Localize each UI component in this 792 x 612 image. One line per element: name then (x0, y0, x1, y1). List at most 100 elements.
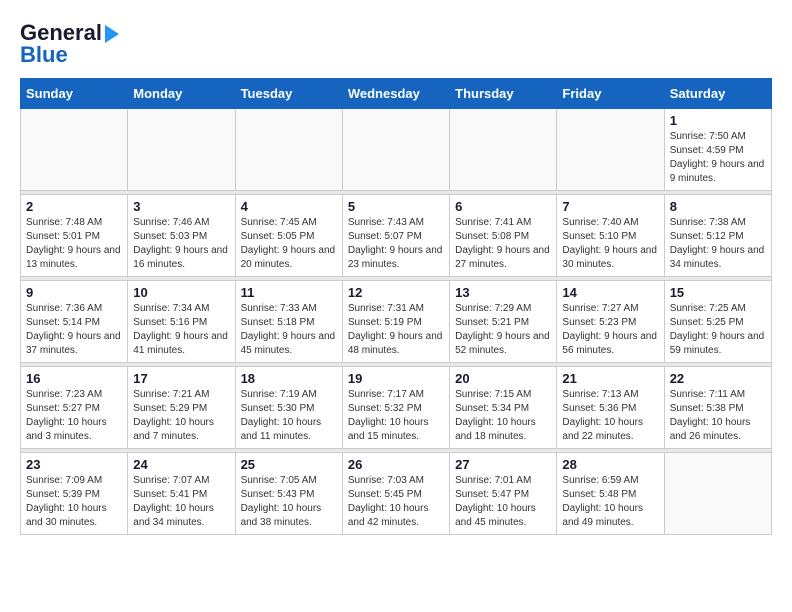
calendar-week-1: 1 Sunrise: 7:50 AM Sunset: 4:59 PM Daylig… (21, 109, 772, 191)
calendar-cell: 6Sunrise: 7:41 AM Sunset: 5:08 PM Daylig… (450, 195, 557, 277)
calendar-week-5: 23 Sunrise: 7:09 AM Sunset: 5:39 PM Dayli… (21, 453, 772, 535)
calendar-cell: 19 Sunrise: 7:17 AM Sunset: 5:32 PM Dayli… (342, 367, 449, 449)
calendar-cell: 3 Sunrise: 7:46 AM Sunset: 5:03 PM Daylig… (128, 195, 235, 277)
day-number: 14 (562, 285, 658, 300)
day-info: Sunrise: 7:33 AM Sunset: 5:18 PM Dayligh… (241, 302, 337, 358)
day-number: 18 (241, 371, 337, 386)
calendar-cell: 15 Sunrise: 7:25 AM Sunset: 5:25 PM Dayli… (664, 281, 771, 363)
day-info: Sunrise: 7:46 AM Sunset: 5:03 PM Dayligh… (133, 216, 229, 272)
calendar-week-2: 2 Sunrise: 7:48 AM Sunset: 5:01 PM Daylig… (21, 195, 772, 277)
logo: General Blue (20, 20, 119, 68)
day-number: 21 (562, 371, 658, 386)
day-info: Sunrise: 7:11 AM Sunset: 5:38 PM Dayligh… (670, 388, 766, 444)
day-info: Sunrise: 7:17 AM Sunset: 5:32 PM Dayligh… (348, 388, 444, 444)
calendar-cell (664, 453, 771, 535)
day-info: Sunrise: 6:59 AM Sunset: 5:48 PM Dayligh… (562, 474, 658, 530)
day-info: Sunrise: 7:19 AM Sunset: 5:30 PM Dayligh… (241, 388, 337, 444)
calendar-cell (128, 109, 235, 191)
day-info: Sunrise: 7:09 AM Sunset: 5:39 PM Dayligh… (26, 474, 122, 530)
calendar-cell: 23 Sunrise: 7:09 AM Sunset: 5:39 PM Dayli… (21, 453, 128, 535)
day-info: Sunrise: 7:38 AM Sunset: 5:12 PM Dayligh… (670, 216, 766, 272)
day-info: Sunrise: 7:07 AM Sunset: 5:41 PM Dayligh… (133, 474, 229, 530)
calendar-cell: 7 Sunrise: 7:40 AM Sunset: 5:10 PM Daylig… (557, 195, 664, 277)
day-number: 12 (348, 285, 444, 300)
day-number: 3 (133, 199, 229, 214)
logo-text-blue: Blue (20, 42, 68, 68)
day-number: 22 (670, 371, 766, 386)
day-number: 6 (455, 199, 551, 214)
day-info: Sunrise: 7:29 AM Sunset: 5:21 PM Dayligh… (455, 302, 551, 358)
calendar-table: SundayMondayTuesdayWednesdayThursdayFrid… (20, 78, 772, 535)
day-number: 15 (670, 285, 766, 300)
day-info: Sunrise: 7:03 AM Sunset: 5:45 PM Dayligh… (348, 474, 444, 530)
day-number: 10 (133, 285, 229, 300)
calendar-cell: 4 Sunrise: 7:45 AM Sunset: 5:05 PM Daylig… (235, 195, 342, 277)
day-info: Sunrise: 7:36 AM Sunset: 5:14 PM Dayligh… (26, 302, 122, 358)
calendar-cell: 5 Sunrise: 7:43 AM Sunset: 5:07 PM Daylig… (342, 195, 449, 277)
day-number: 25 (241, 457, 337, 472)
calendar-cell: 8 Sunrise: 7:38 AM Sunset: 5:12 PM Daylig… (664, 195, 771, 277)
day-info: Sunrise: 7:48 AM Sunset: 5:01 PM Dayligh… (26, 216, 122, 272)
day-number: 19 (348, 371, 444, 386)
day-info: Sunrise: 7:40 AM Sunset: 5:10 PM Dayligh… (562, 216, 658, 272)
calendar-cell: 18 Sunrise: 7:19 AM Sunset: 5:30 PM Dayli… (235, 367, 342, 449)
calendar-cell: 1 Sunrise: 7:50 AM Sunset: 4:59 PM Daylig… (664, 109, 771, 191)
day-header-saturday: Saturday (664, 79, 771, 109)
calendar-cell (235, 109, 342, 191)
calendar-cell: 21 Sunrise: 7:13 AM Sunset: 5:36 PM Dayli… (557, 367, 664, 449)
day-number: 27 (455, 457, 551, 472)
day-number: 7 (562, 199, 658, 214)
day-number: 17 (133, 371, 229, 386)
calendar-cell: 17 Sunrise: 7:21 AM Sunset: 5:29 PM Dayli… (128, 367, 235, 449)
day-info: Sunrise: 7:23 AM Sunset: 5:27 PM Dayligh… (26, 388, 122, 444)
calendar-cell (21, 109, 128, 191)
calendar-cell: 10 Sunrise: 7:34 AM Sunset: 5:16 PM Dayli… (128, 281, 235, 363)
day-number: 4 (241, 199, 337, 214)
day-header-thursday: Thursday (450, 79, 557, 109)
day-header-wednesday: Wednesday (342, 79, 449, 109)
calendar-cell: 9 Sunrise: 7:36 AM Sunset: 5:14 PM Daylig… (21, 281, 128, 363)
calendar-cell: 25 Sunrise: 7:05 AM Sunset: 5:43 PM Dayli… (235, 453, 342, 535)
calendar-cell: 27Sunrise: 7:01 AM Sunset: 5:47 PM Dayli… (450, 453, 557, 535)
calendar-cell (450, 109, 557, 191)
calendar-cell: 12Sunrise: 7:31 AM Sunset: 5:19 PM Dayli… (342, 281, 449, 363)
day-info: Sunrise: 7:13 AM Sunset: 5:36 PM Dayligh… (562, 388, 658, 444)
day-info: Sunrise: 7:43 AM Sunset: 5:07 PM Dayligh… (348, 216, 444, 272)
day-number: 28 (562, 457, 658, 472)
day-number: 1 (670, 113, 766, 128)
calendar-cell: 13 Sunrise: 7:29 AM Sunset: 5:21 PM Dayli… (450, 281, 557, 363)
day-number: 8 (670, 199, 766, 214)
calendar-cell: 28 Sunrise: 6:59 AM Sunset: 5:48 PM Dayli… (557, 453, 664, 535)
day-info: Sunrise: 7:45 AM Sunset: 5:05 PM Dayligh… (241, 216, 337, 272)
day-number: 24 (133, 457, 229, 472)
day-number: 5 (348, 199, 444, 214)
day-info: Sunrise: 7:50 AM Sunset: 4:59 PM Dayligh… (670, 130, 766, 186)
day-number: 20 (455, 371, 551, 386)
calendar-cell: 20 Sunrise: 7:15 AM Sunset: 5:34 PM Dayli… (450, 367, 557, 449)
calendar-week-3: 9 Sunrise: 7:36 AM Sunset: 5:14 PM Daylig… (21, 281, 772, 363)
day-number: 13 (455, 285, 551, 300)
calendar-cell: 24 Sunrise: 7:07 AM Sunset: 5:41 PM Dayli… (128, 453, 235, 535)
day-info: Sunrise: 7:25 AM Sunset: 5:25 PM Dayligh… (670, 302, 766, 358)
calendar-cell: 16 Sunrise: 7:23 AM Sunset: 5:27 PM Dayli… (21, 367, 128, 449)
day-header-tuesday: Tuesday (235, 79, 342, 109)
day-number: 26 (348, 457, 444, 472)
day-info: Sunrise: 7:15 AM Sunset: 5:34 PM Dayligh… (455, 388, 551, 444)
day-info: Sunrise: 7:27 AM Sunset: 5:23 PM Dayligh… (562, 302, 658, 358)
calendar-header-row: SundayMondayTuesdayWednesdayThursdayFrid… (21, 79, 772, 109)
day-number: 2 (26, 199, 122, 214)
calendar-cell: 11 Sunrise: 7:33 AM Sunset: 5:18 PM Dayli… (235, 281, 342, 363)
day-info: Sunrise: 7:05 AM Sunset: 5:43 PM Dayligh… (241, 474, 337, 530)
day-number: 9 (26, 285, 122, 300)
calendar-cell (557, 109, 664, 191)
day-info: Sunrise: 7:34 AM Sunset: 5:16 PM Dayligh… (133, 302, 229, 358)
day-number: 23 (26, 457, 122, 472)
logo-arrow-icon (105, 25, 119, 43)
day-info: Sunrise: 7:21 AM Sunset: 5:29 PM Dayligh… (133, 388, 229, 444)
day-header-monday: Monday (128, 79, 235, 109)
day-number: 11 (241, 285, 337, 300)
day-number: 16 (26, 371, 122, 386)
calendar-cell: 26 Sunrise: 7:03 AM Sunset: 5:45 PM Dayli… (342, 453, 449, 535)
day-header-sunday: Sunday (21, 79, 128, 109)
calendar-cell: 22 Sunrise: 7:11 AM Sunset: 5:38 PM Dayli… (664, 367, 771, 449)
